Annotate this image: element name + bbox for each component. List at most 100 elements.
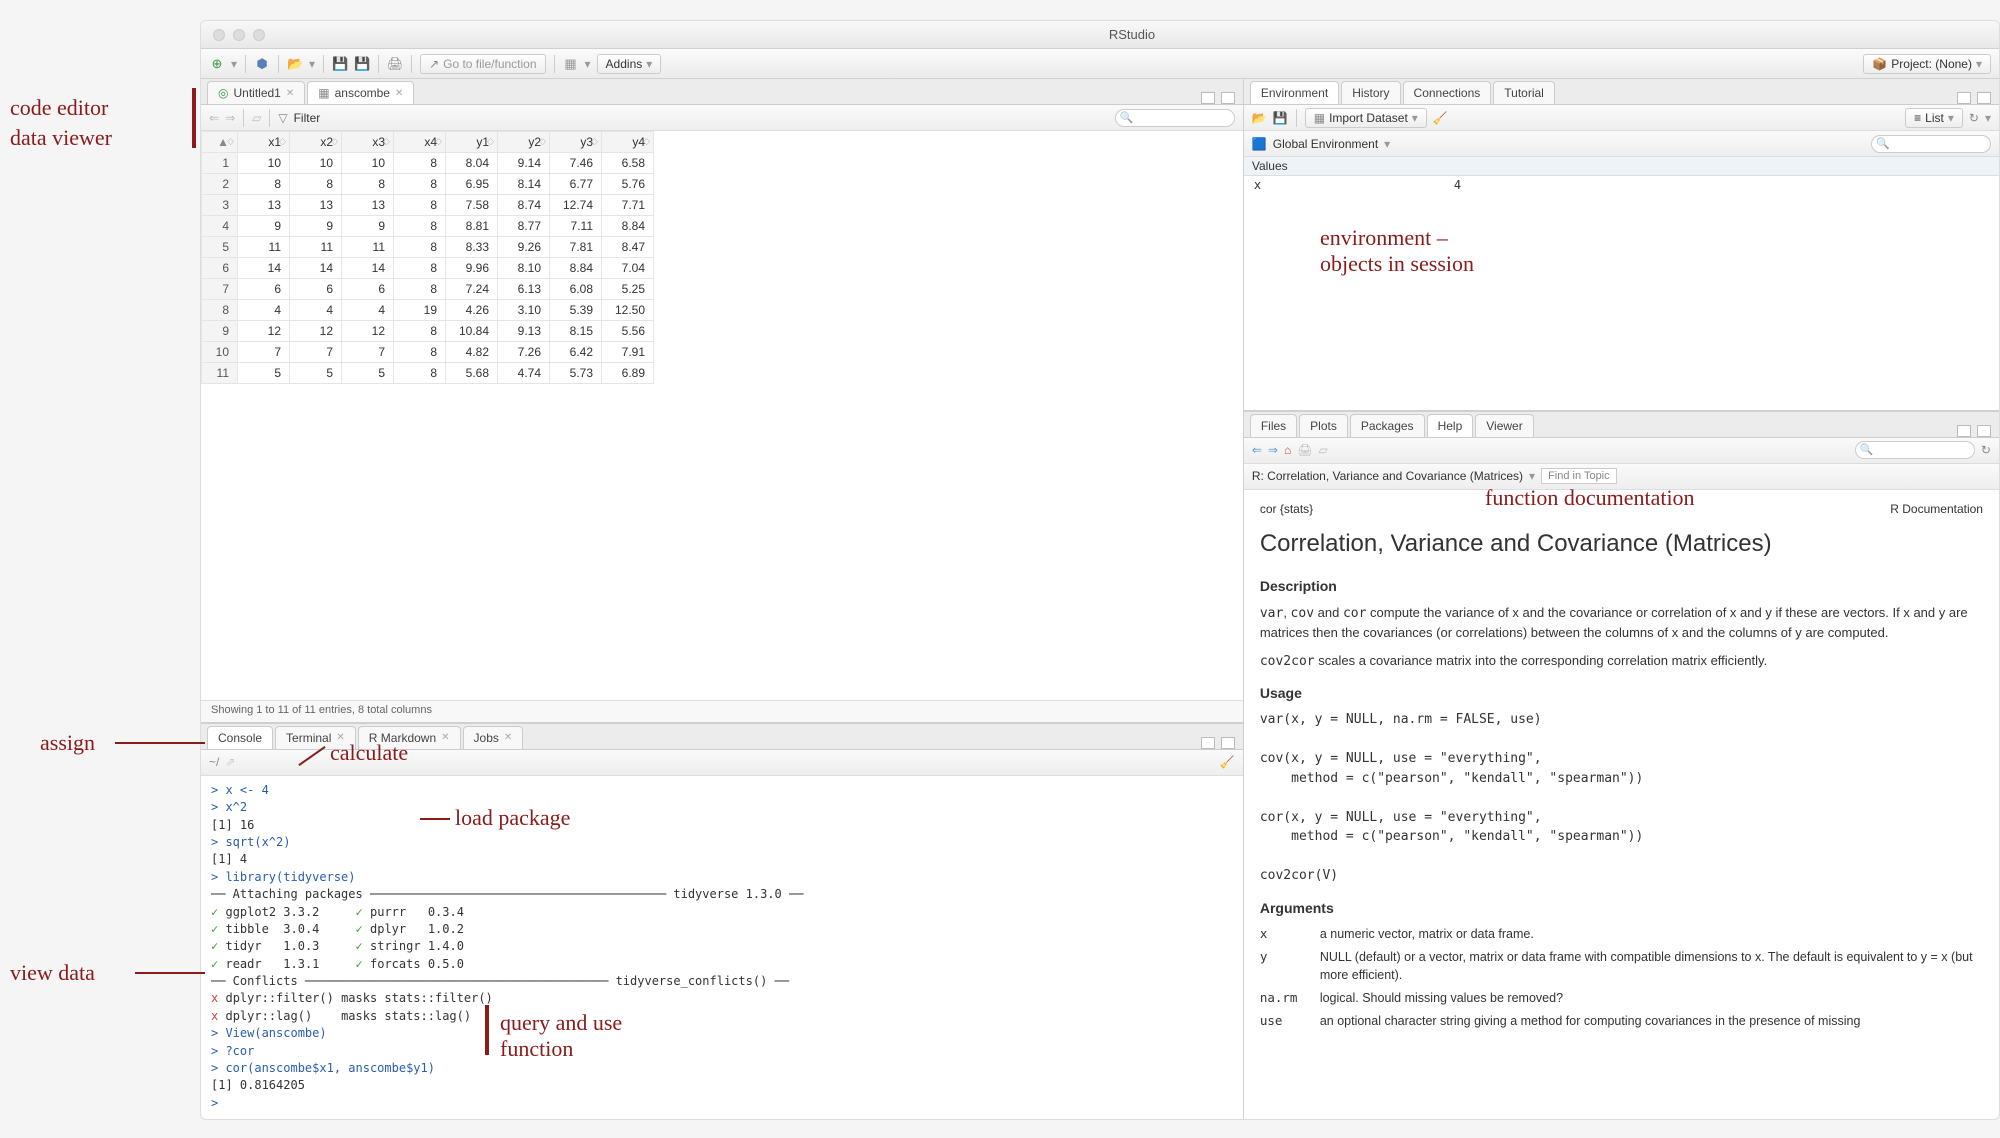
tab-rmarkdown[interactable]: R Markdown✕ xyxy=(358,726,461,749)
filter-icon[interactable]: ▽ xyxy=(278,111,287,125)
list-grid-toggle[interactable]: ≡ List ▾ xyxy=(1905,108,1963,128)
env-scope[interactable]: Global Environment xyxy=(1273,137,1378,151)
minimize-pane-icon[interactable] xyxy=(1957,425,1971,437)
column-header[interactable]: x1◇ xyxy=(238,132,290,153)
maximize-pane-icon[interactable] xyxy=(1221,737,1235,749)
new-file-icon[interactable]: ⊕ xyxy=(209,56,225,72)
help-search-input[interactable] xyxy=(1855,441,1975,459)
project-menu[interactable]: 📦 Project: (None) ▾ xyxy=(1863,54,1991,74)
tab-plots[interactable]: Plots xyxy=(1299,414,1348,437)
minimize-window-button[interactable] xyxy=(233,29,245,41)
column-header[interactable]: x3◇ xyxy=(342,132,394,153)
switch-dir-icon[interactable]: ⇗ xyxy=(225,755,235,769)
tab-viewer[interactable]: Viewer xyxy=(1475,414,1533,437)
import-dataset-menu[interactable]: ▦ Import Dataset ▾ xyxy=(1305,108,1427,128)
help-back-icon[interactable]: ⇐ xyxy=(1252,443,1262,457)
save-all-icon[interactable]: 💾 xyxy=(354,56,370,72)
table-icon: ▦ xyxy=(318,86,329,100)
column-header[interactable]: y1◇ xyxy=(446,132,498,153)
tab-packages[interactable]: Packages xyxy=(1350,414,1425,437)
open-file-icon[interactable]: 📂 xyxy=(287,56,303,72)
tab-tutorial[interactable]: Tutorial xyxy=(1493,81,1555,104)
filter-label: Filter xyxy=(294,111,321,125)
print-icon[interactable]: 🖨 xyxy=(387,56,403,72)
tab-history[interactable]: History xyxy=(1341,81,1400,104)
home-icon[interactable]: ⌂ xyxy=(1284,443,1291,457)
new-project-icon[interactable]: ⬢ xyxy=(254,56,270,72)
find-in-topic-input[interactable]: Find in Topic xyxy=(1541,468,1617,484)
annotation-data-viewer: data viewer xyxy=(10,125,112,151)
minimize-pane-icon[interactable] xyxy=(1201,92,1215,104)
broom-icon[interactable]: 🧹 xyxy=(1433,111,1448,125)
table-row[interactable]: 499988.818.777.118.84 xyxy=(202,216,654,237)
env-tabbar: Environment History Connections Tutorial xyxy=(1244,79,1999,105)
console-output[interactable]: > x <- 4 > x^2 [1] 16 > sqrt(x^2) [1] 4 … xyxy=(201,776,1243,1119)
close-icon[interactable]: ✕ xyxy=(286,88,294,99)
refresh-icon[interactable]: ↻ xyxy=(1981,443,1991,457)
console-tabbar: Console Terminal✕ R Markdown✕ Jobs✕ xyxy=(201,724,1243,750)
help-forward-icon[interactable]: ⇒ xyxy=(1268,443,1278,457)
back-icon[interactable]: ⇐ xyxy=(209,111,219,125)
data-viewer-grid[interactable]: ▲◇x1◇x2◇x3◇x4◇y1◇y2◇y3◇y4◇110101088.049.… xyxy=(201,131,1243,700)
maximize-pane-icon[interactable] xyxy=(1977,425,1991,437)
table-row[interactable]: 288886.958.146.775.76 xyxy=(202,174,654,195)
help-content[interactable]: cor {stats} R Documentation Correlation,… xyxy=(1244,490,1999,1119)
tab-connections[interactable]: Connections xyxy=(1403,81,1492,104)
popup-icon[interactable]: ▱ xyxy=(252,111,261,125)
tab-files[interactable]: Files xyxy=(1250,414,1297,437)
column-header[interactable]: y3◇ xyxy=(550,132,602,153)
table-row[interactable]: 511111188.339.267.818.47 xyxy=(202,237,654,258)
tab-jobs[interactable]: Jobs✕ xyxy=(463,726,524,749)
app-title: RStudio xyxy=(265,27,1999,42)
tab-console[interactable]: Console xyxy=(207,726,273,749)
open-workspace-icon[interactable]: 📂 xyxy=(1252,111,1267,125)
print-icon[interactable]: 🖨 xyxy=(1297,443,1312,457)
addins-menu[interactable]: Addins ▾ xyxy=(597,54,662,74)
tab-anscombe[interactable]: ▦ anscombe ✕ xyxy=(307,81,414,104)
save-workspace-icon[interactable]: 💾 xyxy=(1273,111,1288,125)
help-breadcrumb[interactable]: R: Correlation, Variance and Covariance … xyxy=(1252,469,1523,483)
help-h-args: Arguments xyxy=(1260,898,1983,919)
tab-environment[interactable]: Environment xyxy=(1250,81,1339,104)
env-search-input[interactable] xyxy=(1871,135,1991,153)
popout-icon[interactable]: ▱ xyxy=(1318,443,1327,457)
minimize-pane-icon[interactable] xyxy=(1957,92,1971,104)
console-cwd: ~/ xyxy=(209,755,219,769)
arg-row: xa numeric vector, matrix or data frame. xyxy=(1260,925,1983,944)
forward-icon[interactable]: ⇒ xyxy=(225,111,235,125)
table-row[interactable]: 614141489.968.108.847.04 xyxy=(202,258,654,279)
close-icon[interactable]: ✕ xyxy=(395,88,403,99)
table-row[interactable]: 313131387.588.7412.747.71 xyxy=(202,195,654,216)
data-search-input[interactable] xyxy=(1115,109,1235,127)
table-row[interactable]: 110101088.049.147.466.58 xyxy=(202,153,654,174)
tab-terminal[interactable]: Terminal✕ xyxy=(275,726,356,749)
grid-icon[interactable]: ▦ xyxy=(563,56,579,72)
r-script-icon: ◎ xyxy=(218,86,228,100)
tab-untitled1[interactable]: ◎ Untitled1 ✕ xyxy=(207,81,305,104)
close-window-button[interactable] xyxy=(213,29,225,41)
maximize-pane-icon[interactable] xyxy=(1221,92,1235,104)
table-row[interactable]: 766687.246.136.085.25 xyxy=(202,279,654,300)
help-h-usage: Usage xyxy=(1260,683,1983,704)
help-title: Correlation, Variance and Covariance (Ma… xyxy=(1260,526,1983,562)
column-header[interactable]: ▲◇ xyxy=(202,132,238,153)
column-header[interactable]: y2◇ xyxy=(498,132,550,153)
minimize-pane-icon[interactable] xyxy=(1201,737,1215,749)
maximize-pane-icon[interactable] xyxy=(1977,92,1991,104)
table-row[interactable]: 8444194.263.105.3912.50 xyxy=(202,300,654,321)
clear-console-icon[interactable]: 🧹 xyxy=(1220,755,1235,769)
save-icon[interactable]: 💾 xyxy=(332,56,348,72)
env-row[interactable]: x 4 xyxy=(1244,176,1999,194)
zoom-window-button[interactable] xyxy=(253,29,265,41)
arg-row: yNULL (default) or a vector, matrix or d… xyxy=(1260,948,1983,986)
table-row[interactable]: 9121212810.849.138.155.56 xyxy=(202,321,654,342)
goto-file-input[interactable]: ↗ Go to file/function xyxy=(420,54,545,74)
column-header[interactable]: x2◇ xyxy=(290,132,342,153)
table-row[interactable]: 1155585.684.745.736.89 xyxy=(202,363,654,384)
help-tabbar: Files Plots Packages Help Viewer xyxy=(1244,412,1999,438)
refresh-icon[interactable]: ↻ xyxy=(1969,111,1979,125)
column-header[interactable]: y4◇ xyxy=(602,132,654,153)
table-row[interactable]: 1077784.827.266.427.91 xyxy=(202,342,654,363)
column-header[interactable]: x4◇ xyxy=(394,132,446,153)
tab-help[interactable]: Help xyxy=(1427,414,1474,437)
